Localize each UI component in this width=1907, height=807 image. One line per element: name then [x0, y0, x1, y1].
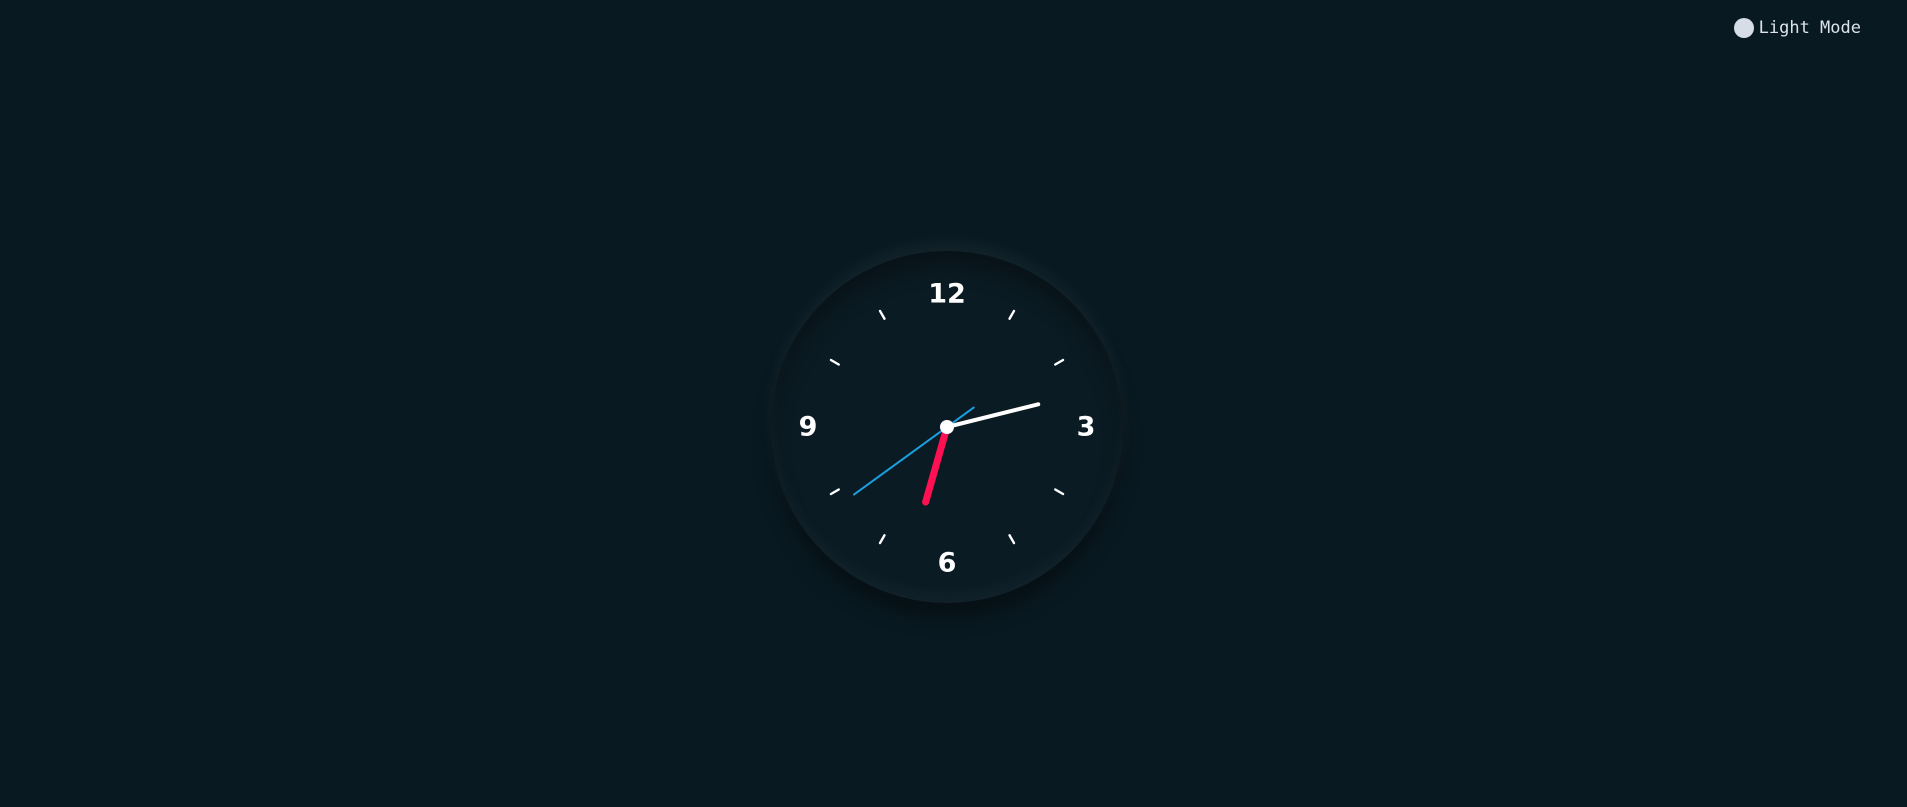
- center-pin: [940, 420, 954, 434]
- hour-hand: [945, 402, 1041, 429]
- numeral-6: 6: [938, 548, 957, 579]
- hour-tick: [878, 309, 886, 320]
- hour-tick: [829, 488, 840, 496]
- hour-tick: [878, 534, 886, 545]
- clock-face: 12 3 6 9: [799, 279, 1096, 579]
- numeral-9: 9: [799, 412, 818, 443]
- minute-hand: [922, 423, 951, 506]
- hour-tick: [1054, 488, 1065, 496]
- numeral-12: 12: [928, 279, 966, 310]
- light-mode-toggle[interactable]: Light Mode: [1733, 17, 1861, 39]
- second-hand: [852, 406, 975, 496]
- hour-tick: [1008, 534, 1016, 545]
- hour-tick: [1008, 309, 1016, 320]
- light-mode-label: Light Mode: [1758, 18, 1861, 38]
- hour-tick: [1054, 358, 1065, 366]
- numeral-3: 3: [1077, 412, 1096, 443]
- circle-icon: [1733, 18, 1754, 38]
- hour-tick: [829, 358, 840, 366]
- analog-clock: 12 3 6 9: [771, 251, 1123, 603]
